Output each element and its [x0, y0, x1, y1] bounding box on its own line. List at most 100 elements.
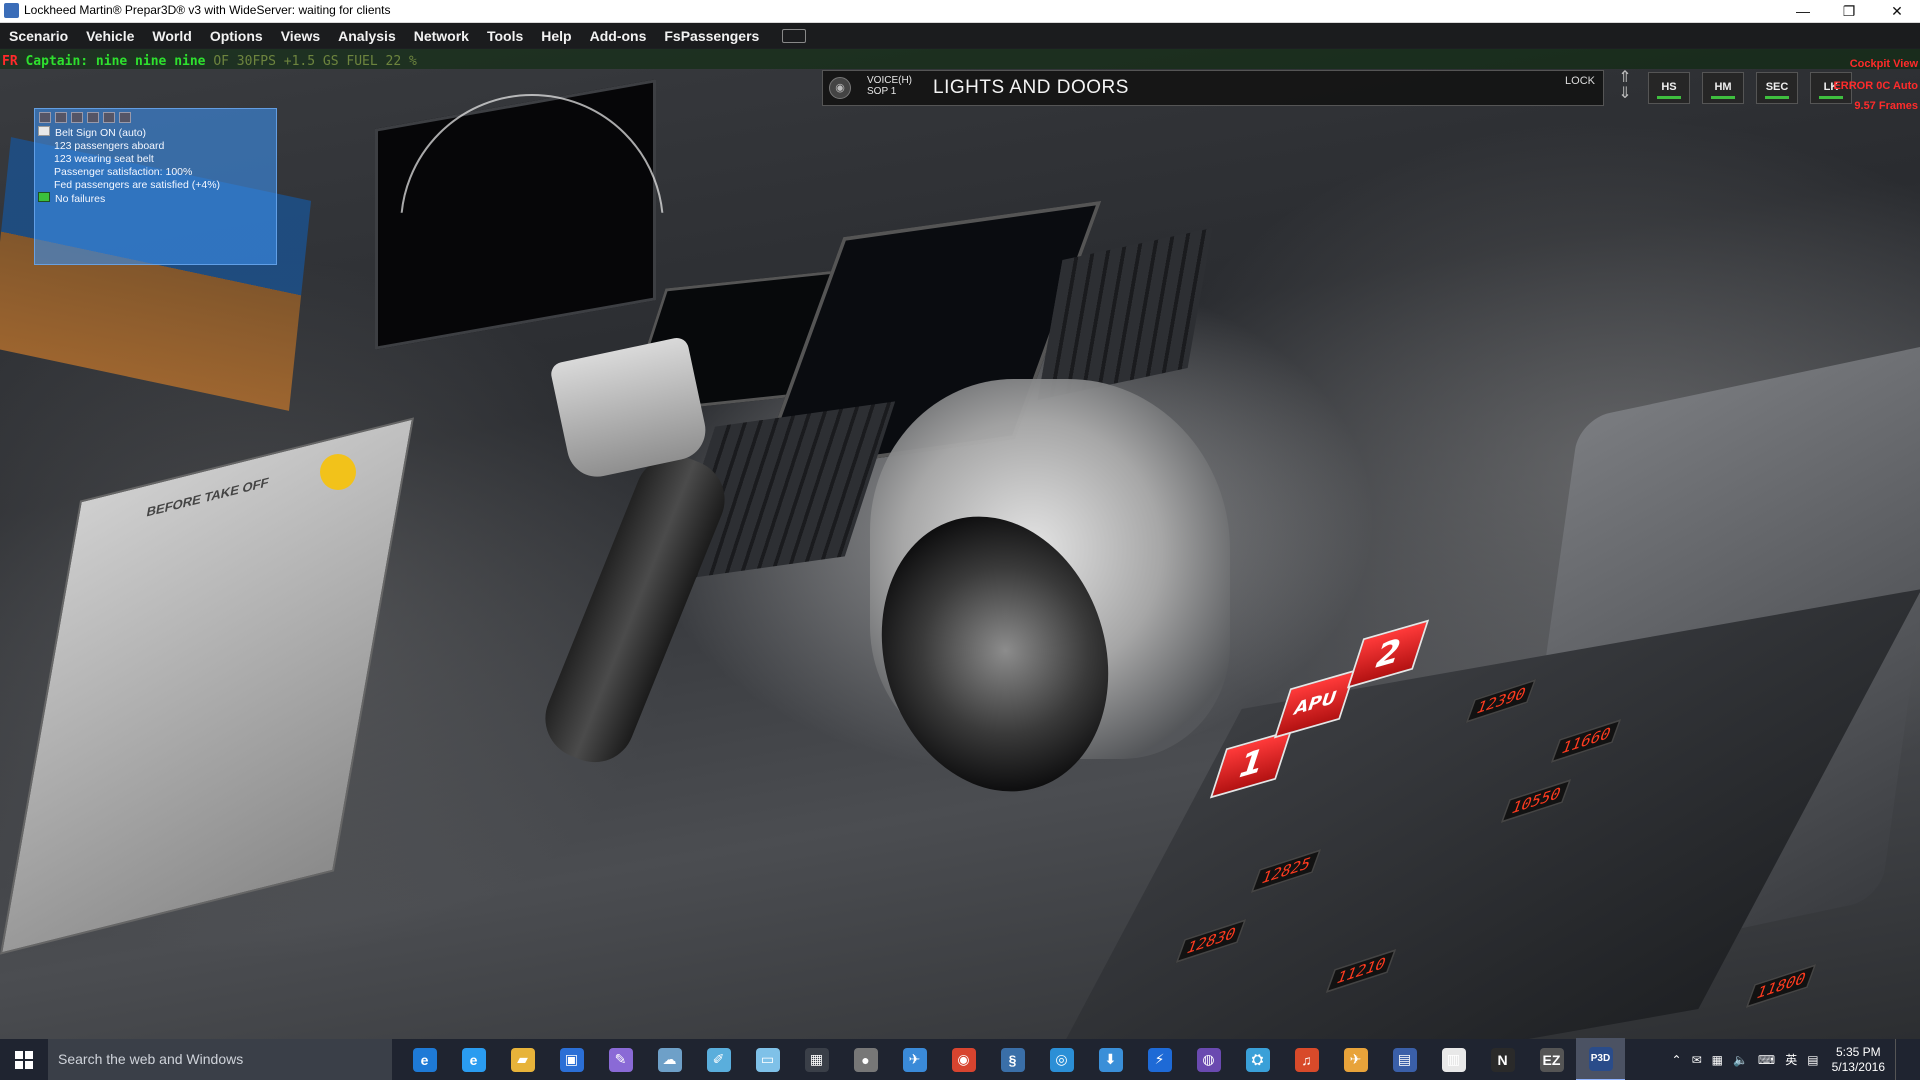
taskbar-app-plane-button[interactable]: ✈ [890, 1039, 939, 1080]
fsp-line-text: 123 passengers aboard [54, 140, 165, 152]
status-extra: OF 30FPS +1.5 GS FUEL 22 % [213, 54, 417, 69]
menu-views[interactable]: Views [281, 28, 320, 44]
window-title-bar: Lockheed Martin® Prepar3D® v3 with WideS… [0, 0, 1920, 23]
voice-checklist-bar: ◉ VOICE(H) SOP 1 LIGHTS AND DOORS LOCK [822, 70, 1604, 106]
fsp-tool-icon-4[interactable] [87, 112, 99, 123]
taskbar-prepar3d-button[interactable]: P3D [1576, 1038, 1625, 1080]
windows-taskbar: Search the web and Windows e e ▰ ▣ ✎ ☁ ✐ ▭ ▦ ● ✈ ◉ §… [0, 1038, 1920, 1080]
menu-world[interactable]: World [152, 28, 191, 44]
voice-mode-line2: SOP 1 [867, 86, 897, 97]
taskbar-app-n-button[interactable]: N [1478, 1039, 1527, 1080]
clock-time: 5:35 PM [1835, 1044, 1881, 1059]
start-button[interactable] [0, 1039, 48, 1080]
minimize-button[interactable]: — [1780, 0, 1826, 22]
captain-message: FR Captain: nine nine nine OF 30FPS +1.5… [2, 54, 417, 69]
tray-message-icon[interactable]: ✉ [1692, 1053, 1702, 1067]
lock-toggle[interactable]: LOCK [1565, 75, 1595, 87]
prepar3d-app-icon [4, 3, 19, 18]
taskbar-app-aircraft-button[interactable]: ✈ [1331, 1039, 1380, 1080]
tray-chevron-icon[interactable]: ⌃ [1672, 1053, 1682, 1067]
app-disc-icon: ◍ [1196, 1047, 1221, 1072]
fsp-tool-icon-1[interactable] [39, 112, 51, 123]
menu-network[interactable]: Network [414, 28, 469, 44]
taskbar-app-list: e e ▰ ▣ ✎ ☁ ✐ ▭ ▦ ● ✈ ◉ § ◎ ⬇ ⚡ ◍ ⛭ ♫ ✈ ▤ ▥ N EZ P3D [400, 1038, 1625, 1080]
menu-options[interactable]: Options [210, 28, 263, 44]
menu-fspassengers[interactable]: FsPassengers [664, 28, 759, 44]
ok-status-icon [38, 192, 50, 202]
network-icon[interactable]: ▦ [1712, 1053, 1723, 1067]
fsp-tool-icon-3[interactable] [71, 112, 83, 123]
status-message: Captain: nine nine nine [25, 54, 206, 69]
simulator-cockpit-view[interactable]: BEFORE TAKE OFF 1 APU 2 12830 12825 1121… [0, 49, 1920, 1039]
taskbar-file-explorer-button[interactable]: ▰ [498, 1039, 547, 1080]
clock[interactable]: 5:35 PM 5/13/2016 [1832, 1045, 1885, 1075]
sec-button[interactable]: SEC [1756, 72, 1798, 104]
taskbar-internet-explorer-button[interactable]: e [449, 1039, 498, 1080]
checklist-heading: BEFORE TAKE OFF [145, 474, 270, 520]
maximize-button[interactable]: ❐ [1826, 0, 1872, 22]
fsp-tool-icon-5[interactable] [103, 112, 115, 123]
app-ezca-icon: EZ [1539, 1047, 1564, 1072]
taskbar-app-sound-button[interactable]: ♫ [1282, 1039, 1331, 1080]
calculator-icon: ▦ [804, 1047, 829, 1072]
fsp-toolbar[interactable] [39, 112, 131, 123]
taskbar-app-doc-button[interactable]: ▥ [1429, 1039, 1478, 1080]
menu-vehicle[interactable]: Vehicle [86, 28, 134, 44]
app-doc-icon: ▥ [1441, 1047, 1466, 1072]
fsp-line-text: Belt Sign ON (auto) [55, 127, 147, 139]
file-explorer-icon: ▰ [510, 1047, 535, 1072]
action-center-icon[interactable]: ▤ [1807, 1053, 1818, 1067]
prepar3d-icon: P3D [1588, 1046, 1613, 1071]
taskbar-store-button[interactable]: ▣ [547, 1039, 596, 1080]
taskbar-app-thunder-button[interactable]: ⚡ [1135, 1039, 1184, 1080]
taskbar-calculator-button[interactable]: ▦ [792, 1039, 841, 1080]
taskbar-app-brush-button[interactable]: ✐ [694, 1039, 743, 1080]
fsp-line: No failures [38, 192, 220, 206]
menu-help[interactable]: Help [541, 28, 571, 44]
fsp-line: 123 wearing seat belt [38, 153, 220, 166]
menu-add-ons[interactable]: Add-ons [590, 28, 647, 44]
window-title: Lockheed Martin® Prepar3D® v3 with WideS… [24, 3, 391, 17]
app-map-icon: ▤ [1392, 1047, 1417, 1072]
taskbar-edge-button[interactable]: e [400, 1039, 449, 1080]
taskbar-app-notes-button[interactable]: ▭ [743, 1039, 792, 1080]
taskbar-python-button[interactable]: § [988, 1039, 1037, 1080]
menu-tools[interactable]: Tools [487, 28, 523, 44]
microphone-icon[interactable]: ◉ [829, 77, 851, 99]
fsp-line: Passenger satisfaction: 100% [38, 166, 220, 179]
taskbar-app-teamspeak-button[interactable]: ◎ [1037, 1039, 1086, 1080]
taskbar-app-map-button[interactable]: ▤ [1380, 1039, 1429, 1080]
taskbar-app-network-button[interactable]: ⛭ [1233, 1039, 1282, 1080]
store-icon: ▣ [559, 1047, 584, 1072]
taskbar-app-sphere-button[interactable]: ● [841, 1039, 890, 1080]
internet-explorer-icon: e [461, 1047, 486, 1072]
menu-toolbar-icon[interactable] [782, 28, 807, 43]
taskbar-app-pen-button[interactable]: ✎ [596, 1039, 645, 1080]
menu-analysis[interactable]: Analysis [338, 28, 396, 44]
show-desktop-button[interactable] [1895, 1039, 1920, 1080]
expand-collapse-icon[interactable]: ⇑ ⇓ [1610, 70, 1640, 104]
close-button[interactable]: ✕ [1874, 0, 1920, 22]
menu-scenario[interactable]: Scenario [9, 28, 68, 44]
taskbar-app-disc-button[interactable]: ◍ [1184, 1039, 1233, 1080]
taskbar-chrome-button[interactable]: ◉ [939, 1039, 988, 1080]
input-language[interactable]: 英 [1785, 1051, 1797, 1068]
checklist-card: BEFORE TAKE OFF [0, 417, 415, 955]
keyboard-lang-icon[interactable]: ⌨ [1758, 1053, 1775, 1067]
taskbar-app-cloud-button[interactable]: ☁ [645, 1039, 694, 1080]
fsp-tool-icon-6[interactable] [119, 112, 131, 123]
chrome-icon: ◉ [951, 1047, 976, 1072]
fspassengers-panel[interactable]: Belt Sign ON (auto) 123 passengers aboar… [34, 108, 277, 265]
fsp-tool-icon-2[interactable] [55, 112, 67, 123]
app-network-icon: ⛭ [1245, 1047, 1270, 1072]
taskbar-app-ezca-button[interactable]: EZ [1527, 1039, 1576, 1080]
app-plane-icon: ✈ [902, 1047, 927, 1072]
hs-button[interactable]: HS [1648, 72, 1690, 104]
menu-bar: Scenario Vehicle World Options Views Ana… [0, 23, 1920, 48]
search-box[interactable]: Search the web and Windows [48, 1039, 392, 1080]
volume-icon[interactable]: 🔈 [1733, 1053, 1748, 1067]
error-text: ERROR 0C Auto [1833, 80, 1918, 92]
search-placeholder: Search the web and Windows [58, 1051, 244, 1067]
taskbar-app-download-button[interactable]: ⬇ [1086, 1039, 1135, 1080]
hm-button[interactable]: HM [1702, 72, 1744, 104]
